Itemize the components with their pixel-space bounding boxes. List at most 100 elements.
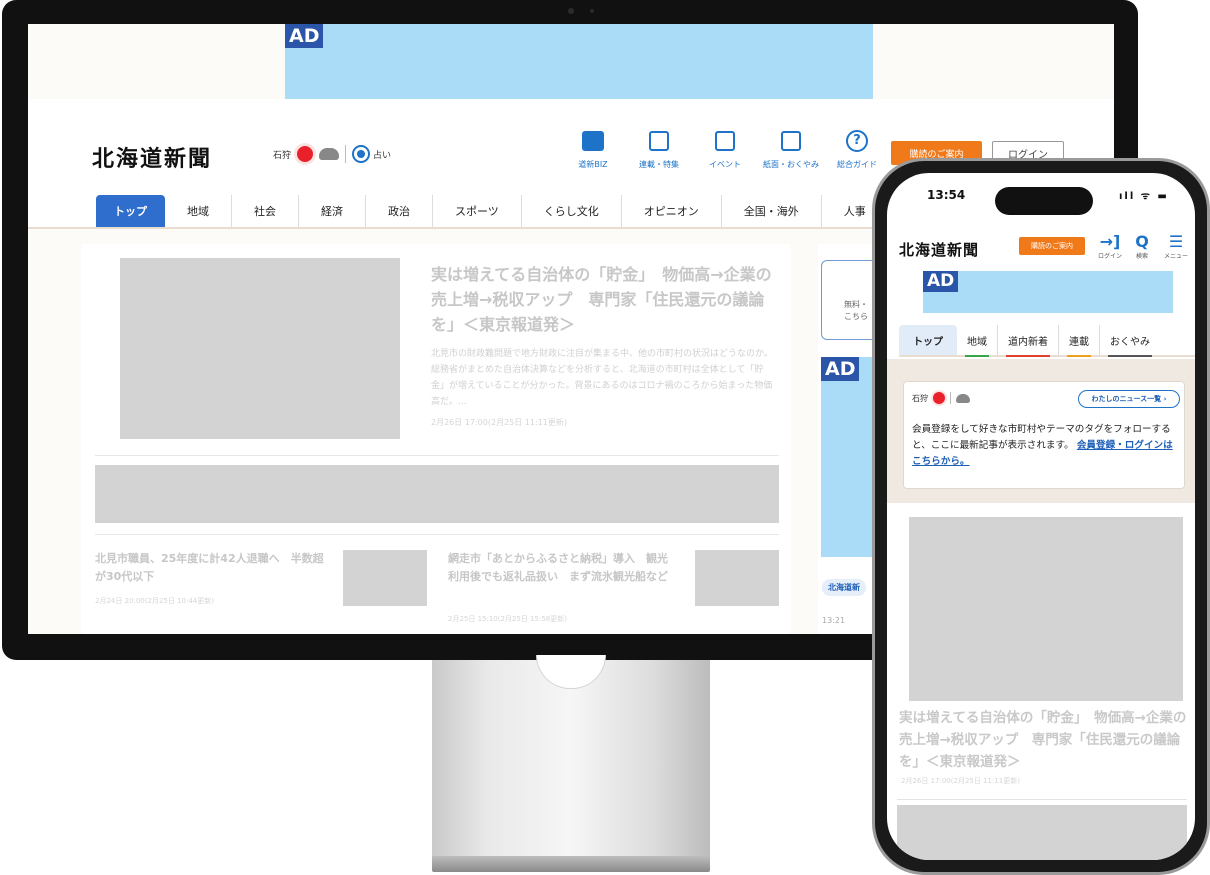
nav-tab-color-bar — [965, 355, 989, 357]
article-headline[interactable]: 実は増えてる自治体の「貯金」 物価高→企業の売上増→税収アップ 専門家「住民還元… — [899, 707, 1191, 773]
nav-tab-opinion[interactable]: オピニオン — [622, 195, 722, 227]
my-news-message: 会員登録をして好きな市町村やテーマのタグをフォローすると、ここに最新記事が表示さ… — [912, 422, 1178, 470]
nav-tab-top[interactable]: トップ — [899, 325, 957, 355]
hero-image[interactable] — [120, 258, 400, 439]
nav-tab-politics[interactable]: 政治 — [366, 195, 433, 227]
header-link-label: 総合ガイド — [837, 160, 877, 169]
nav-tab-label: 地域 — [967, 336, 987, 348]
divider — [897, 799, 1187, 800]
search-button[interactable]: Q 検索 — [1127, 232, 1157, 261]
bookmark-icon — [582, 131, 604, 151]
nav-tab-region[interactable]: 地域 — [165, 195, 232, 227]
header-link-events[interactable]: イベント — [692, 129, 758, 170]
header-link-guide[interactable]: ? 総合ガイド — [824, 129, 890, 170]
status-bar: 13:54 ıll ᯤ ▬ — [887, 173, 1195, 221]
placeholder-block — [897, 805, 1187, 860]
monitor-foot — [432, 856, 710, 872]
nav-tab-sports[interactable]: スポーツ — [433, 195, 522, 227]
article-timestamp: 2月26日 17:00(2月25日 11:11更新) — [901, 777, 1020, 785]
header-link-series[interactable]: 連載・特集 — [626, 129, 692, 170]
calendar-icon — [715, 131, 735, 151]
search-icon: Q — [1135, 232, 1149, 251]
main-content: 実は増えてる自治体の「貯金」 物価高→企業の売上増→税収アップ 専門家「住民還元… — [81, 244, 791, 634]
nav-tab-label: 道内新着 — [1008, 336, 1048, 348]
header-link-label: 連載・特集 — [639, 160, 679, 169]
monitor-stand — [432, 660, 710, 860]
top-ad-banner[interactable]: AD — [285, 24, 873, 99]
nav-tab-culture[interactable]: くらし文化 — [522, 195, 622, 227]
nav-tab-latest[interactable]: 道内新着 — [998, 325, 1059, 357]
divider — [345, 145, 347, 163]
fortune-link[interactable]: 占い — [352, 145, 391, 163]
nav-tab-top[interactable]: トップ — [96, 195, 165, 227]
nav-tab-color-bar — [1067, 355, 1091, 357]
weather-widget[interactable]: 石狩 占い — [273, 145, 391, 163]
site-logo[interactable]: 北海道新聞 — [92, 141, 212, 173]
article-timestamp: 2月25日 15:10(2月25日 15:58更新) — [448, 615, 567, 623]
weather-widget[interactable]: 石狩 — [912, 392, 970, 404]
nav-tab-label: おくやみ — [1110, 336, 1150, 348]
article-headline[interactable]: 北見市職員、25年度に計42人退職へ 半数超が30代以下 — [95, 550, 325, 586]
header-link-label: 道新BIZ — [578, 160, 608, 169]
phone-screen: 13:54 ıll ᯤ ▬ 北海道新聞 購読のご案内 →] ログイン Q 検索 … — [887, 173, 1195, 860]
nav-tab-national[interactable]: 全国・海外 — [722, 195, 822, 227]
hero-summary: 北見市の財政難問題で地方財政に注目が集まる中、他の市町村の状況はどうなのか。総務… — [431, 349, 773, 407]
article-headline[interactable]: 網走市「あとからふるさと納税」導入 観光利用後でも返礼品扱い まず流氷観光船など — [448, 550, 678, 586]
hero-timestamp: 2月26日 17:00(2月25日 11:11更新) — [431, 418, 567, 427]
phone-header: 北海道新聞 購読のご案内 →] ログイン Q 検索 ☰ メニュー — [887, 221, 1195, 269]
dynamic-island — [995, 187, 1093, 215]
ad-label: AD — [923, 271, 959, 292]
divider — [950, 392, 951, 404]
fortune-label: 占い — [373, 150, 392, 161]
flag-icon — [649, 131, 669, 151]
nav-tab-color-bar — [1006, 355, 1050, 357]
weather-city: 石狩 — [273, 150, 292, 161]
menu-label: メニュー — [1163, 253, 1188, 260]
status-time: 13:54 — [927, 188, 966, 202]
header-icon-nav: 道新BIZ 連載・特集 イベント 紙面・おくやみ ? 総合ガイド — [560, 129, 890, 170]
article-thumbnail[interactable] — [695, 550, 779, 606]
search-label: 検索 — [1135, 253, 1148, 260]
hero-headline[interactable]: 実は増えてる自治体の「貯金」 物価高→企業の売上増→税収アップ 専門家「住民還元… — [431, 262, 776, 337]
menu-button[interactable]: ☰ メニュー — [1161, 232, 1191, 261]
header-link-dobiz[interactable]: 道新BIZ — [560, 129, 626, 170]
divider — [95, 534, 779, 535]
my-news-card: 石狩 わたしのニュース一覧 › 会員登録をして好きな市町村やテーマのタグをフォロ… — [903, 381, 1185, 489]
smartphone: 13:54 ıll ᯤ ▬ 北海道新聞 購読のご案内 →] ログイン Q 検索 … — [872, 158, 1210, 875]
signal-wifi-battery-icon: ıll ᯤ ▬ — [1119, 191, 1169, 202]
menu-icon: ☰ — [1168, 232, 1184, 251]
phone-ad-banner[interactable]: AD — [923, 271, 1173, 313]
login-icon: →] — [1099, 232, 1121, 251]
nav-tab-economy[interactable]: 経済 — [299, 195, 366, 227]
phone-nav: トップ 地域 道内新着 連載 おくやみ — [899, 325, 1195, 357]
camera-dot — [568, 8, 574, 14]
nav-tab-color-bar — [1108, 355, 1152, 357]
subscribe-button[interactable]: 購読のご案内 — [1019, 237, 1085, 255]
sidebar-timestamp: 13:21 — [822, 616, 846, 625]
sun-icon — [933, 392, 945, 404]
article-image[interactable] — [909, 517, 1183, 701]
my-news-list-button[interactable]: わたしのニュース一覧 › — [1078, 390, 1180, 408]
nav-tab-series[interactable]: 連載 — [1059, 325, 1100, 357]
login-button[interactable]: →] ログイン — [1095, 232, 1125, 261]
help-icon: ? — [846, 130, 868, 152]
cloud-icon — [319, 148, 340, 160]
article-thumbnail[interactable] — [343, 550, 427, 606]
header-link-paper[interactable]: 紙面・おくやみ — [758, 129, 824, 170]
sidebar-section-tag[interactable]: 北海道新 — [822, 579, 866, 596]
ad-label: AD — [821, 357, 860, 381]
newspaper-icon — [781, 131, 801, 151]
nav-tab-obituaries[interactable]: おくやみ — [1100, 325, 1160, 357]
site-logo[interactable]: 北海道新聞 — [899, 239, 979, 260]
weather-city: 石狩 — [912, 393, 928, 403]
nav-tab-society[interactable]: 社会 — [232, 195, 299, 227]
cloud-icon — [956, 393, 970, 403]
nav-tab-region[interactable]: 地域 — [957, 325, 998, 357]
fortune-icon — [352, 145, 371, 163]
header-link-label: イベント — [709, 160, 741, 169]
sensor-dot — [590, 9, 594, 13]
nav-tab-label: 連載 — [1069, 336, 1089, 348]
sun-icon — [297, 146, 314, 162]
ad-label: AD — [285, 24, 324, 48]
nav-tab-label: トップ — [913, 336, 943, 348]
